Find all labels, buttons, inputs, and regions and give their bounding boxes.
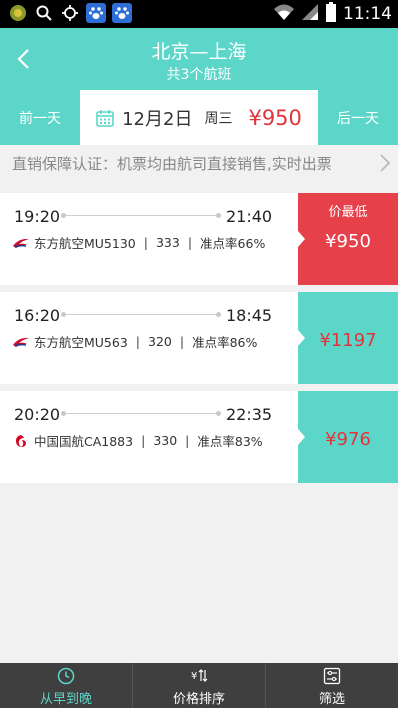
selected-date: 12月2日 <box>122 108 193 130</box>
battery-icon <box>325 2 337 26</box>
departure-time: 20:20 <box>14 405 61 424</box>
divider: | <box>187 235 193 250</box>
divider: | <box>141 433 146 448</box>
search-notification-icon <box>34 3 54 23</box>
weekday: 周三 <box>204 110 233 127</box>
route-line <box>61 312 221 317</box>
tab-sort-by-time[interactable]: 从早到晚 <box>0 663 133 708</box>
flight-info: 东方航空MU5130 | 333 | 准点率66% <box>12 233 265 252</box>
route-line <box>61 213 221 218</box>
flight-price: ¥1197 <box>319 330 377 351</box>
departure-time: 16:20 <box>14 306 61 325</box>
clock-icon <box>57 667 75 685</box>
svg-text:¥: ¥ <box>191 671 197 682</box>
lowest-price: ¥950 <box>248 105 302 130</box>
airline-flight-number: 中国国航CA1883 <box>34 434 134 449</box>
location-notification-icon <box>60 3 80 23</box>
flight-card[interactable]: 20:20 22:35 中国国航CA1883 | 330 | 准点率83% ¥9… <box>0 391 398 483</box>
flight-card[interactable]: 19:20 21:40 东方航空MU5130 | 333 | 准点率66% 价最… <box>0 193 398 285</box>
tab-filter[interactable]: 筛选 <box>266 663 398 708</box>
chevron-right-icon <box>380 154 391 172</box>
flight-price: ¥976 <box>325 429 371 450</box>
flight-price: ¥950 <box>325 231 371 252</box>
arrival-time: 22:35 <box>226 405 273 424</box>
airline-flight-number: 东方航空MU563 <box>34 335 128 350</box>
signal-icon <box>301 3 319 25</box>
aircraft-type: 320 <box>148 334 172 349</box>
departure-time: 19:20 <box>14 207 61 226</box>
on-time-rate: 准点率86% <box>192 335 258 350</box>
direct-sale-notice[interactable]: 直销保障认证：机票均由航司直接销售,实时出票 <box>0 145 398 181</box>
china-eastern-logo-icon <box>12 334 30 350</box>
lowest-price-badge: 价最低 <box>328 205 368 220</box>
baidu-notification-icon <box>86 3 106 23</box>
flight-info: 中国国航CA1883 | 330 | 准点率83% <box>12 431 263 450</box>
tab-sort-by-price[interactable]: ¥ 价格排序 <box>133 663 266 708</box>
system-icons: 11:14 <box>273 0 392 28</box>
bottom-toolbar: 从早到晚 ¥ 价格排序 筛选 <box>0 663 398 708</box>
app-header: 北京—上海 共3个航班 <box>0 28 398 90</box>
aircraft-type: 333 <box>155 235 180 250</box>
on-time-rate: 准点率66% <box>200 236 266 251</box>
filter-icon <box>323 667 341 685</box>
aircraft-type: 330 <box>153 433 178 448</box>
notice-text: 直销保障认证：机票均由航司直接销售,实时出票 <box>12 155 332 173</box>
date-bar: 前一天 12月2日 周三 ¥950 后一天 <box>0 90 398 145</box>
on-time-rate: 准点率83% <box>197 434 263 449</box>
sort-price-icon: ¥ <box>191 669 208 682</box>
china-eastern-logo-icon <box>12 235 30 251</box>
price-box[interactable]: ¥976 <box>298 391 398 483</box>
next-day-button[interactable]: 后一天 <box>318 90 398 145</box>
route-line <box>61 411 221 416</box>
tab-label: 价格排序 <box>172 692 225 707</box>
flight-count: 共3个航班 <box>166 67 232 83</box>
tab-label: 筛选 <box>318 692 345 707</box>
airline-flight-number: 东方航空MU5130 <box>34 236 136 251</box>
status-bar: 11:14 <box>0 0 398 28</box>
clock-time: 11:14 <box>343 4 392 24</box>
price-box[interactable]: ¥1197 <box>298 292 398 384</box>
divider: | <box>185 433 190 448</box>
date-picker[interactable]: 12月2日 周三 ¥950 <box>80 90 318 145</box>
notification-icons <box>8 3 132 23</box>
flight-card[interactable]: 16:20 18:45 东方航空MU563 | 320 | 准点率86% ¥11… <box>0 292 398 384</box>
calendar-icon <box>96 109 114 127</box>
app-notification-icon <box>8 3 28 23</box>
prev-day-button[interactable]: 前一天 <box>0 90 80 145</box>
arrival-time: 18:45 <box>226 306 273 325</box>
divider: | <box>179 334 185 349</box>
baidu-notification-icon <box>112 3 132 23</box>
route-title: 北京—上海 <box>151 41 247 63</box>
air-china-logo-icon <box>12 433 30 449</box>
divider: | <box>143 235 148 250</box>
wifi-icon <box>273 3 295 25</box>
flight-info: 东方航空MU563 | 320 | 准点率86% <box>12 332 257 351</box>
tab-label: 从早到晚 <box>39 692 92 707</box>
divider: | <box>135 334 141 349</box>
arrival-time: 21:40 <box>226 207 273 226</box>
price-box[interactable]: 价最低 ¥950 <box>298 193 398 285</box>
